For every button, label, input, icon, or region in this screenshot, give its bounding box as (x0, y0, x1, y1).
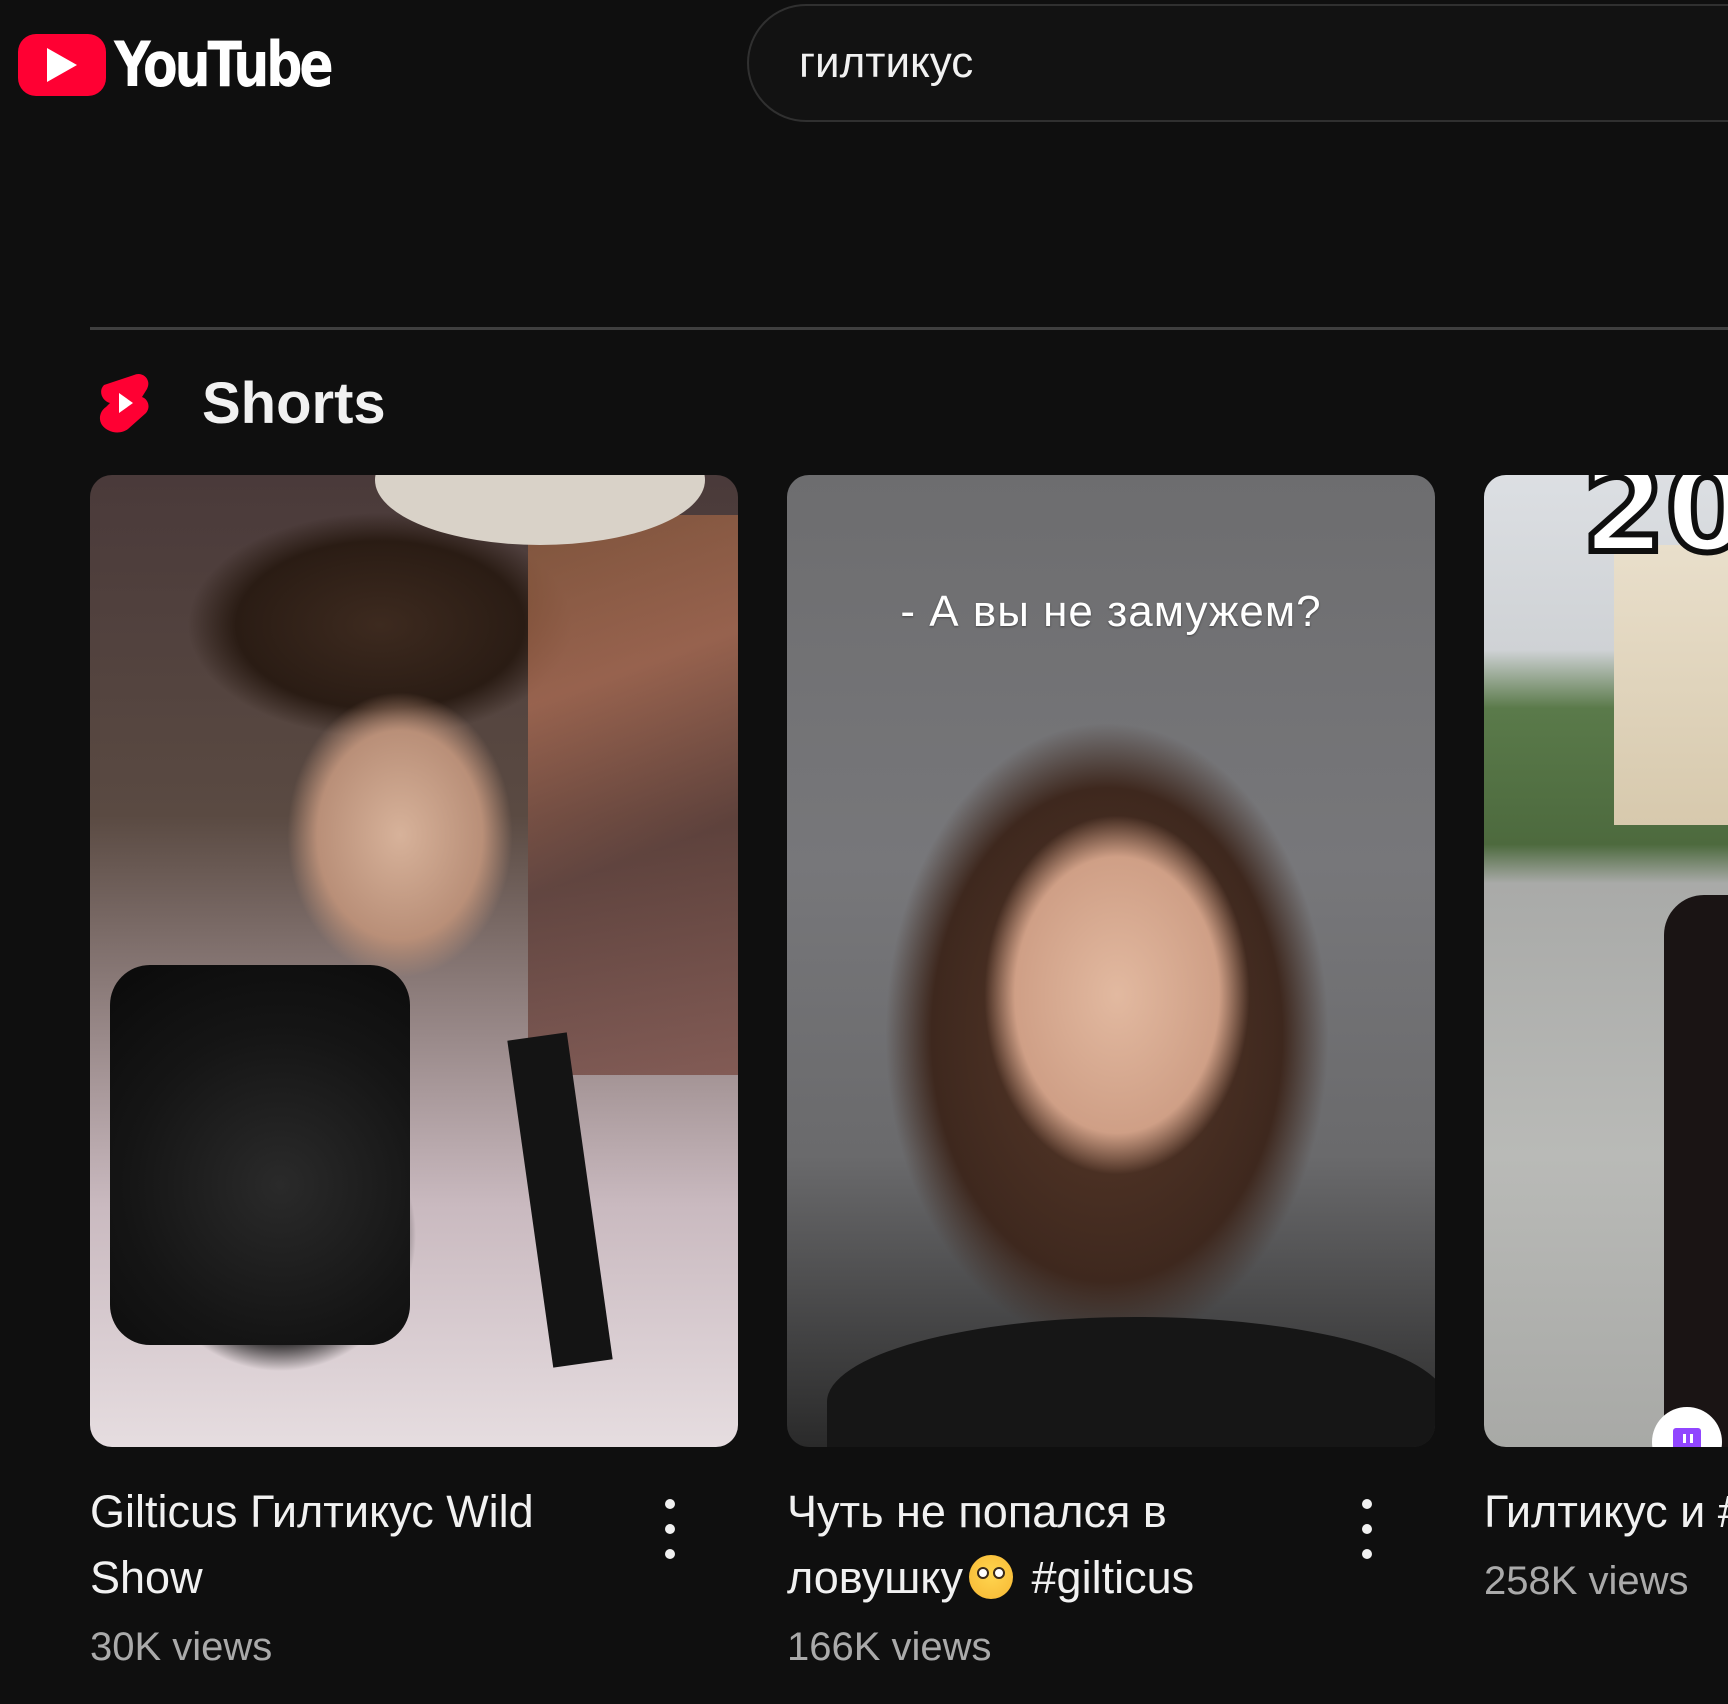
youtube-logo[interactable]: YouTube (18, 34, 378, 96)
short-meta: Гилтикус и #Shorts 258K views (1484, 1479, 1728, 1604)
short-thumbnail[interactable]: 20 (1484, 475, 1728, 1447)
short-thumbnail[interactable]: - А вы не замужем? (787, 475, 1435, 1447)
thumbnail-strap (507, 1032, 613, 1368)
short-title[interactable]: Чуть не попался в ловушку #gilticus (787, 1479, 1307, 1611)
thumbnail-jacket (827, 1317, 1435, 1447)
page: YouTube Shorts Gilticus Гилтикус Wild Sh… (0, 0, 1728, 1704)
logo-text: YouTube (114, 28, 334, 101)
short-card[interactable]: - А вы не замужем? Чуть не попался в лов… (787, 475, 1435, 1670)
shorts-icon (99, 373, 149, 432)
thumbnail-camera (110, 965, 410, 1345)
short-title-hashtag: #gilticus (1019, 1552, 1195, 1603)
thumbnail-building (1614, 545, 1728, 825)
short-views: 30K views (90, 1625, 273, 1669)
youtube-play-icon (18, 34, 106, 96)
short-meta: Чуть не попался в ловушку #gilticus 166K… (787, 1479, 1435, 1670)
more-options-icon[interactable] (1347, 1499, 1387, 1559)
thumbnail-person (1664, 895, 1728, 1447)
short-card[interactable]: Gilticus Гилтикус Wild Show 30K views (90, 475, 738, 1670)
flushed-face-emoji-icon (969, 1555, 1014, 1599)
short-views: 258K views (1484, 1559, 1689, 1603)
search-bar[interactable] (747, 4, 1728, 122)
search-input[interactable] (797, 34, 1701, 92)
short-title[interactable]: Гилтикус и #Shorts (1484, 1479, 1728, 1545)
short-meta: Gilticus Гилтикус Wild Show 30K views (90, 1479, 738, 1670)
more-options-icon[interactable] (650, 1499, 690, 1559)
short-thumbnail[interactable] (90, 475, 738, 1447)
thumbnail-overlay-number: 20 (1579, 475, 1728, 583)
divider (90, 327, 1728, 330)
shorts-section-header: Shorts (98, 370, 386, 437)
thumbnail-background (528, 515, 738, 1075)
shorts-title: Shorts (202, 371, 386, 436)
short-card[interactable]: 20 Гилтикус и #Shorts 258K views (1484, 475, 1728, 1604)
short-title[interactable]: Gilticus Гилтикус Wild Show (90, 1479, 610, 1611)
short-views: 166K views (787, 1625, 992, 1669)
thumbnail-caption: - А вы не замужем? (900, 587, 1322, 636)
